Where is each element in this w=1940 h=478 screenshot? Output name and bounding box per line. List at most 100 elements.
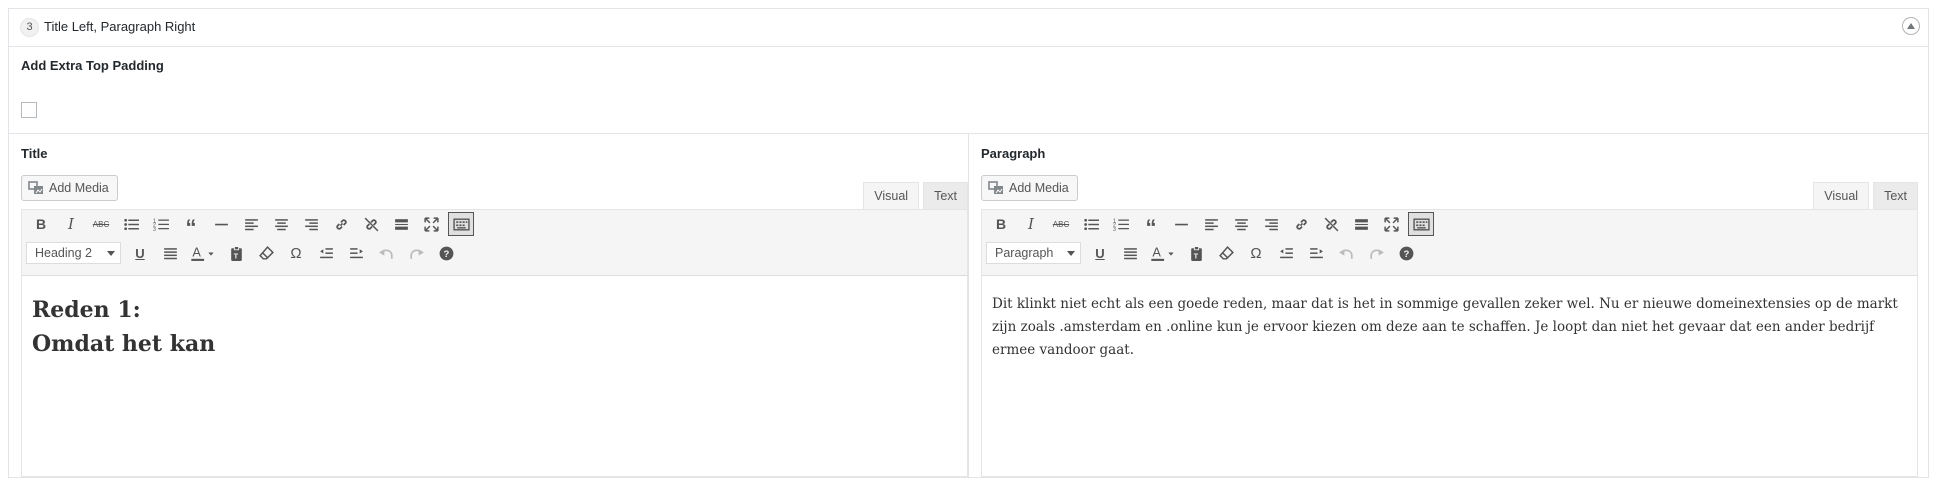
tab-visual[interactable]: Visual — [1813, 182, 1870, 209]
title-field-label: Title — [21, 146, 48, 161]
horizontal-line-icon[interactable] — [206, 211, 236, 237]
blockquote-icon[interactable]: “ — [176, 211, 206, 239]
strikethrough-icon[interactable]: ABC — [86, 211, 116, 237]
toolbar-row-1: B I ABC 123 “ — [26, 211, 476, 239]
toolbar-row-2: Paragraph U A T Ω ? — [986, 240, 1421, 266]
numbered-list-icon[interactable]: 123 — [146, 211, 176, 237]
chevron-down-icon — [107, 250, 115, 256]
paragraph-editor-content[interactable]: Dit klinkt niet echt als een goede reden… — [982, 276, 1917, 379]
justify-icon[interactable] — [155, 240, 185, 266]
unlink-icon[interactable] — [1316, 211, 1346, 237]
read-more-icon[interactable] — [386, 211, 416, 237]
bold-icon[interactable]: B — [26, 211, 56, 237]
special-character-icon[interactable]: Ω — [1241, 240, 1271, 266]
align-center-icon[interactable] — [266, 211, 296, 237]
tab-visual[interactable]: Visual — [863, 182, 920, 209]
content-heading-line-1: Reden 1: — [32, 297, 141, 323]
chevron-down-icon — [1067, 250, 1075, 256]
horizontal-line-icon[interactable] — [1166, 211, 1196, 237]
add-media-button[interactable]: Add Media — [981, 175, 1078, 201]
bullet-list-icon[interactable] — [116, 211, 146, 237]
paste-text-icon[interactable]: T — [1181, 240, 1211, 266]
help-icon[interactable]: ? — [1391, 240, 1421, 266]
svg-text:3: 3 — [1113, 226, 1116, 232]
toolbar-toggle-icon[interactable] — [448, 212, 474, 236]
underline-icon[interactable]: U — [125, 240, 155, 266]
format-select[interactable]: Heading 2 — [26, 242, 121, 264]
bullet-list-icon[interactable] — [1076, 211, 1106, 237]
svg-text:A: A — [1152, 245, 1161, 260]
numbered-list-icon[interactable]: 123 — [1106, 211, 1136, 237]
paste-text-icon[interactable]: T — [221, 240, 251, 266]
redo-icon[interactable] — [401, 240, 431, 266]
caret-up-icon — [1907, 23, 1915, 29]
layout-title: Title Left, Paragraph Right — [44, 19, 196, 34]
undo-icon[interactable] — [371, 240, 401, 266]
italic-icon[interactable]: I — [56, 211, 86, 237]
indent-icon[interactable] — [1301, 240, 1331, 266]
top-padding-checkbox[interactable] — [21, 102, 37, 118]
format-select-value: Heading 2 — [35, 246, 92, 260]
paragraph-editor: B I ABC 123 “ Paragraph U A T Ω ? Dit kl… — [981, 209, 1918, 477]
justify-icon[interactable] — [1115, 240, 1145, 266]
link-icon[interactable] — [326, 211, 356, 237]
align-right-icon[interactable] — [1256, 211, 1286, 237]
toolbar-row-1: B I ABC 123 “ — [986, 211, 1436, 239]
top-padding-label: Add Extra Top Padding — [21, 58, 164, 73]
unlink-icon[interactable] — [356, 211, 386, 237]
underline-icon[interactable]: U — [1085, 240, 1115, 266]
tab-text[interactable]: Text — [923, 182, 968, 209]
svg-text:?: ? — [1403, 249, 1409, 260]
media-icon — [28, 181, 43, 194]
svg-text:3: 3 — [153, 226, 156, 232]
text-color-icon[interactable]: A — [185, 240, 221, 266]
title-editor: B I ABC 123 “ Heading 2 U A T Ω ? Reden … — [21, 209, 968, 477]
format-select-value: Paragraph — [995, 246, 1054, 260]
format-select[interactable]: Paragraph — [986, 242, 1081, 264]
title-editor-content[interactable]: Reden 1: Omdat het kan — [22, 276, 967, 378]
content-heading-line-2: Omdat het kan — [32, 331, 216, 357]
clear-formatting-icon[interactable] — [1211, 240, 1241, 266]
strikethrough-icon[interactable]: ABC — [1046, 211, 1076, 237]
content-paragraph: Dit klinkt niet echt als een goede reden… — [992, 296, 1898, 358]
outdent-icon[interactable] — [1271, 240, 1301, 266]
svg-text:A: A — [192, 245, 201, 260]
fullscreen-icon[interactable] — [1376, 211, 1406, 237]
read-more-icon[interactable] — [1346, 211, 1376, 237]
media-icon — [988, 181, 1003, 194]
link-icon[interactable] — [1286, 211, 1316, 237]
svg-text:?: ? — [443, 249, 449, 260]
help-icon[interactable]: ? — [431, 240, 461, 266]
tab-text[interactable]: Text — [1873, 182, 1918, 209]
redo-icon[interactable] — [1361, 240, 1391, 266]
collapse-toggle-button[interactable] — [1902, 17, 1920, 35]
layout-order-number: 3 — [20, 18, 39, 37]
bold-icon[interactable]: B — [986, 211, 1016, 237]
special-character-icon[interactable]: Ω — [281, 240, 311, 266]
layout-header[interactable]: 3 Title Left, Paragraph Right — [9, 9, 1928, 47]
undo-icon[interactable] — [1331, 240, 1361, 266]
editor-toolbar: B I ABC 123 “ — [22, 210, 967, 276]
paragraph-column: Paragraph Add Media Visual Text B I ABC … — [969, 134, 1930, 477]
blockquote-icon[interactable]: “ — [1136, 211, 1166, 239]
outdent-icon[interactable] — [311, 240, 341, 266]
align-left-icon[interactable] — [236, 211, 266, 237]
editor-toolbar: B I ABC 123 “ — [982, 210, 1917, 276]
fullscreen-icon[interactable] — [416, 211, 446, 237]
indent-icon[interactable] — [341, 240, 371, 266]
clear-formatting-icon[interactable] — [251, 240, 281, 266]
top-padding-field: Add Extra Top Padding — [9, 46, 1928, 134]
align-right-icon[interactable] — [296, 211, 326, 237]
italic-icon[interactable]: I — [1016, 211, 1046, 237]
text-color-icon[interactable]: A — [1145, 240, 1181, 266]
svg-text:T: T — [233, 251, 238, 260]
toolbar-toggle-icon[interactable] — [1408, 212, 1434, 236]
add-media-button[interactable]: Add Media — [21, 175, 118, 201]
align-left-icon[interactable] — [1196, 211, 1226, 237]
toolbar-row-2: Heading 2 U A T Ω ? — [26, 240, 461, 266]
editor-tabs: Visual Text — [859, 182, 968, 209]
add-media-label: Add Media — [49, 181, 109, 195]
svg-text:T: T — [1193, 251, 1198, 260]
align-center-icon[interactable] — [1226, 211, 1256, 237]
add-media-label: Add Media — [1009, 181, 1069, 195]
